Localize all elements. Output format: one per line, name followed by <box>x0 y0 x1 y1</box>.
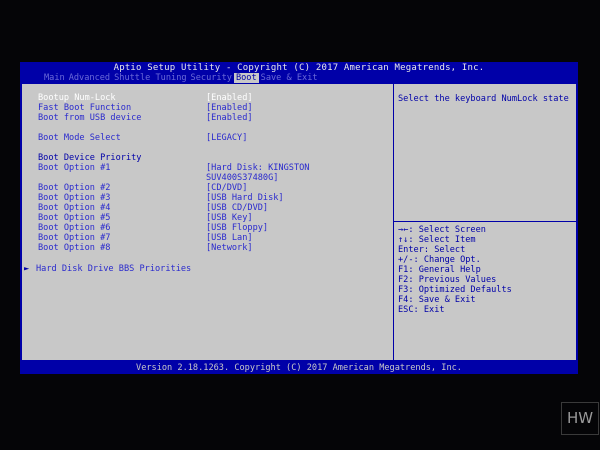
key-previous-values: F2: Previous Values <box>398 275 497 285</box>
boot-option-3-label[interactable]: Boot Option #3 <box>38 193 110 203</box>
key-optimized-defaults: F3: Optimized Defaults <box>398 285 512 295</box>
key-change-opt: +/-: Change Opt. <box>398 255 481 265</box>
boot-option-7-value[interactable]: [USB Lan] <box>206 233 253 243</box>
boot-option-8-value[interactable]: [Network] <box>206 243 253 253</box>
key-select-screen: →←: Select Screen <box>398 225 486 235</box>
setting-boot-usb-value[interactable]: [Enabled] <box>206 113 253 123</box>
setting-bootup-numlock-label[interactable]: Bootup Num-Lock <box>38 93 116 103</box>
boot-option-4-value[interactable]: [USB CD/DVD] <box>206 203 268 213</box>
boot-option-3-value[interactable]: [USB Hard Disk] <box>206 193 284 203</box>
tab-save-exit[interactable]: Save & Exit <box>259 73 320 83</box>
help-panel: Select the keyboard NumLock state →←: Se… <box>394 84 576 360</box>
content-panel: Bootup Num-Lock [Enabled] Fast Boot Func… <box>22 84 576 360</box>
tab-shuttle-tuning[interactable]: Shuttle Tuning <box>112 73 188 83</box>
boot-option-2-value[interactable]: [CD/DVD] <box>206 183 247 193</box>
setting-fast-boot-value[interactable]: [Enabled] <box>206 103 253 113</box>
setting-bootup-numlock-value[interactable]: [Enabled] <box>206 93 253 103</box>
boot-option-6-value[interactable]: [USB Floppy] <box>206 223 268 233</box>
key-general-help: F1: General Help <box>398 265 481 275</box>
setting-boot-mode-label[interactable]: Boot Mode Select <box>38 133 121 143</box>
boot-option-5-value[interactable]: [USB Key] <box>206 213 253 223</box>
setting-boot-mode-value[interactable]: [LEGACY] <box>206 133 247 143</box>
boot-option-2-label[interactable]: Boot Option #2 <box>38 183 110 193</box>
boot-option-6-label[interactable]: Boot Option #6 <box>38 223 110 233</box>
key-save-exit: F4: Save & Exit <box>398 295 476 305</box>
version-footer: Version 2.18.1263. Copyright (C) 2017 Am… <box>136 363 462 373</box>
boot-option-7-label[interactable]: Boot Option #7 <box>38 233 110 243</box>
key-esc-exit: ESC: Exit <box>398 305 445 315</box>
boot-option-5-label[interactable]: Boot Option #5 <box>38 213 110 223</box>
setting-fast-boot-label[interactable]: Fast Boot Function <box>38 103 131 113</box>
menu-tabs: Main Advanced Shuttle Tuning Security Bo… <box>42 73 320 83</box>
watermark-logo: HW <box>561 402 599 435</box>
help-separator <box>394 221 576 222</box>
tab-main[interactable]: Main <box>42 73 67 83</box>
key-legend: →←: Select Screen ↑↓: Select Item Enter:… <box>398 225 512 315</box>
boot-option-1-value-cont[interactable]: SUV400S37480G] <box>206 173 278 183</box>
key-select-item: ↑↓: Select Item <box>398 235 476 245</box>
tab-boot[interactable]: Boot <box>233 73 259 83</box>
submenu-arrow-icon: ► <box>24 264 30 274</box>
bbs-priorities-submenu[interactable]: Hard Disk Drive BBS Priorities <box>36 264 191 274</box>
tab-security[interactable]: Security <box>189 73 234 83</box>
tab-advanced[interactable]: Advanced <box>67 73 112 83</box>
help-description: Select the keyboard NumLock state <box>398 94 569 104</box>
bios-screen: Aptio Setup Utility - Copyright (C) 2017… <box>20 62 578 374</box>
boot-priority-header: Boot Device Priority <box>38 153 142 163</box>
setting-boot-usb-label[interactable]: Boot from USB device <box>38 113 141 123</box>
settings-list: Bootup Num-Lock [Enabled] Fast Boot Func… <box>22 84 393 360</box>
boot-option-1-value[interactable]: [Hard Disk: KINGSTON <box>206 163 309 173</box>
boot-option-4-label[interactable]: Boot Option #4 <box>38 203 110 213</box>
boot-option-8-label[interactable]: Boot Option #8 <box>38 243 110 253</box>
key-enter-select: Enter: Select <box>398 245 466 255</box>
boot-option-1-label[interactable]: Boot Option #1 <box>38 163 110 173</box>
